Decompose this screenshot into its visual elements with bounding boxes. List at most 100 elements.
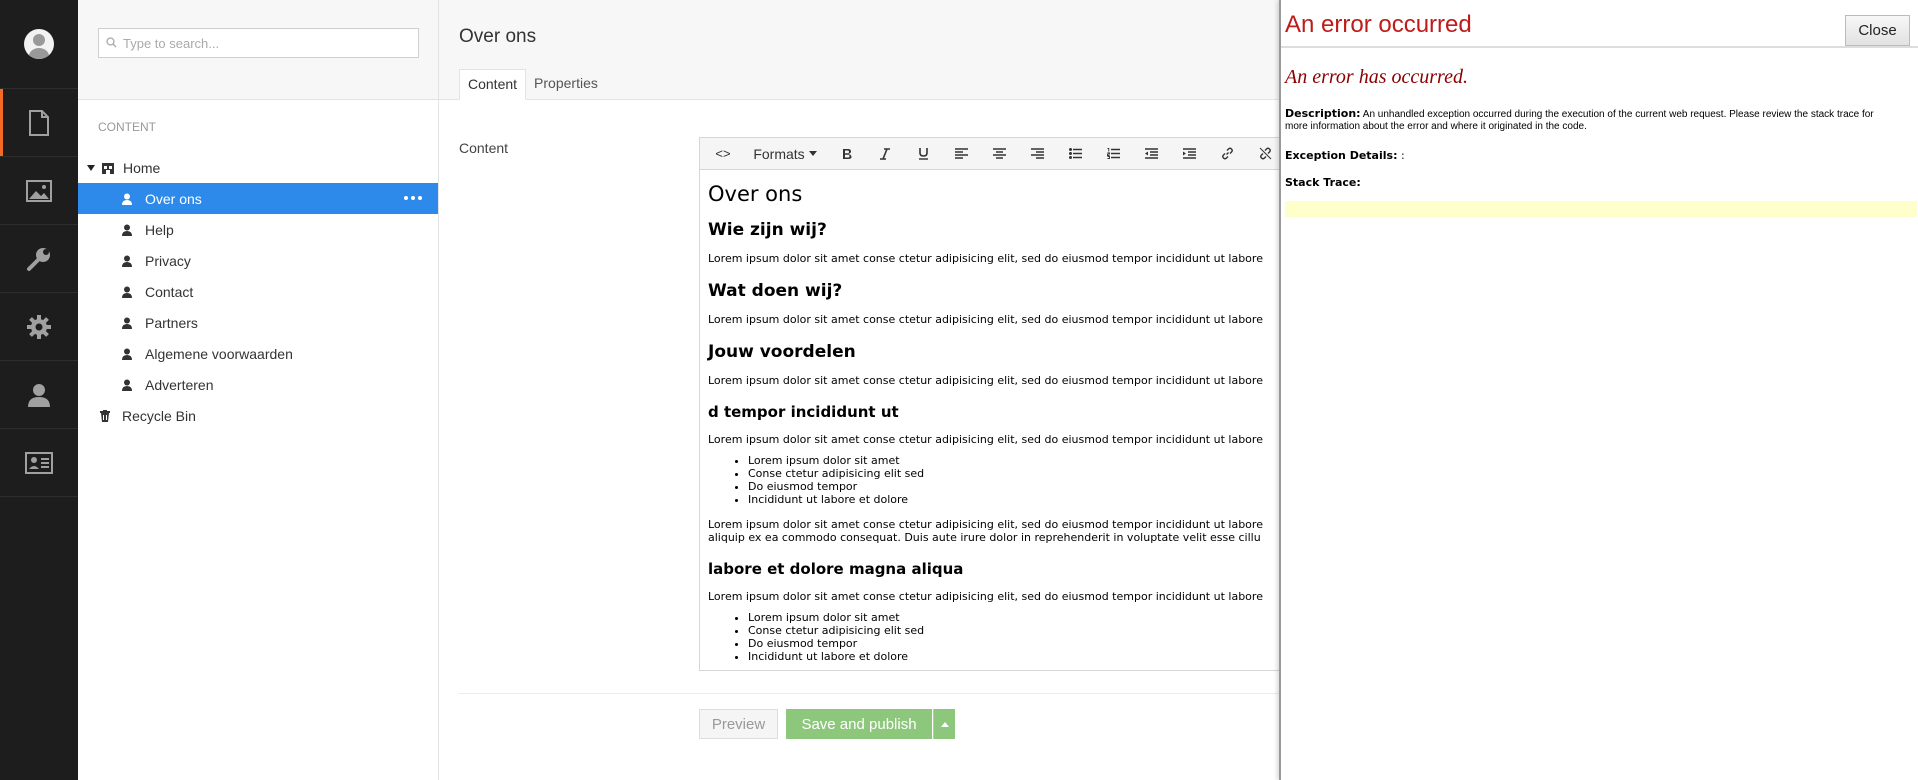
list-item: Incididunt ut labore et dolore [748, 493, 1280, 506]
gear-icon [27, 314, 51, 339]
content-heading-2: Jouw voordelen [708, 342, 856, 362]
rail-content[interactable] [0, 89, 78, 157]
search-icon [106, 37, 117, 48]
page-person-icon [122, 255, 132, 267]
align-center-icon [992, 148, 1006, 159]
page-title[interactable]: Over ons [459, 26, 536, 48]
tree-item-algemene-voorwaarden[interactable]: Algemene voorwaarden [78, 338, 438, 369]
description-label: Description: [1285, 107, 1361, 120]
save-and-publish-button[interactable]: Save and publish [786, 709, 932, 739]
align-left-icon [954, 148, 968, 159]
media-icon [26, 179, 52, 202]
preview-button[interactable]: Preview [699, 709, 778, 739]
tab-content[interactable]: Content [459, 69, 527, 100]
tree-item-home[interactable]: Home [78, 152, 438, 183]
user-icon [28, 383, 50, 407]
formats-label: Formats [753, 145, 805, 162]
indent-button[interactable] [1170, 139, 1208, 169]
search-box [98, 28, 419, 58]
content-list: Lorem ipsum dolor sit amet Conse ctetur … [748, 454, 1280, 506]
recycle-bin-icon [100, 409, 110, 422]
content-heading-2: Wat doen wij? [708, 281, 843, 301]
rail-members[interactable] [0, 429, 78, 497]
numbered-list-button[interactable] [1094, 139, 1132, 169]
tree-item-label: Help [145, 221, 174, 238]
tree-item-recycle-bin[interactable]: Recycle Bin [78, 400, 438, 431]
content-paragraph: Lorem ipsum dolor sit amet conse ctetur … [708, 518, 1280, 544]
content-tree-panel: CONTENT Home Over ons [78, 0, 439, 780]
content-list: Lorem ipsum dolor sit amet Conse ctetur … [748, 611, 1280, 663]
rail-developer[interactable] [0, 293, 78, 361]
more-icon[interactable] [404, 196, 422, 200]
save-options-button[interactable] [933, 709, 955, 739]
avatar-person-icon [29, 34, 49, 59]
search-input[interactable] [99, 29, 418, 57]
content-paragraph: Lorem ipsum dolor sit amet conse ctetur … [708, 590, 1263, 603]
property-label: Content [459, 140, 509, 156]
bullet-list-icon [1068, 148, 1082, 159]
content-heading-3: d tempor incididunt ut [708, 403, 899, 421]
source-code-button[interactable]: <> [704, 139, 742, 169]
stack-trace-box [1285, 201, 1917, 217]
search-area [78, 0, 438, 100]
underline-button[interactable] [904, 139, 942, 169]
tree-item-label: Home [123, 159, 161, 176]
list-item: Do eiusmod tempor [748, 480, 1280, 493]
editor-tabs: Content Properties [459, 69, 606, 100]
rte-content[interactable]: Over ons Wie zijn wij? Lorem ipsum dolor… [700, 170, 1288, 670]
tree-item-label: Algemene voorwaarden [145, 345, 293, 362]
page-person-icon [122, 286, 132, 298]
avatar-area [0, 0, 78, 89]
wrench-icon [27, 247, 50, 271]
description-text: An unhandled exception occurred during t… [1285, 109, 1874, 132]
indent-icon [1182, 148, 1196, 159]
underline-icon [918, 148, 928, 160]
rail-media[interactable] [0, 157, 78, 225]
tree-item-adverteren[interactable]: Adverteren [78, 369, 438, 400]
content-icon [29, 109, 49, 136]
close-button[interactable]: Close [1845, 15, 1910, 46]
stack-trace-label: Stack Trace: [1285, 176, 1361, 189]
align-right-button[interactable] [1018, 139, 1056, 169]
tree-item-over-ons[interactable]: Over ons [78, 183, 438, 214]
tree-item-privacy[interactable]: Privacy [78, 245, 438, 276]
home-icon [102, 162, 114, 174]
align-left-button[interactable] [942, 139, 980, 169]
italic-icon [880, 147, 890, 160]
tree-item-label: Partners [145, 314, 198, 331]
member-card-icon [25, 451, 53, 474]
bullet-list-button[interactable] [1056, 139, 1094, 169]
list-item: Do eiusmod tempor [748, 637, 1280, 650]
error-title: An error occurred [1285, 11, 1472, 38]
bold-button[interactable] [828, 139, 866, 169]
bold-icon [843, 148, 852, 159]
expand-caret-icon[interactable] [84, 164, 98, 171]
tree-item-contact[interactable]: Contact [78, 276, 438, 307]
avatar[interactable] [24, 29, 54, 59]
page-person-icon [122, 224, 132, 236]
tree-item-partners[interactable]: Partners [78, 307, 438, 338]
formats-dropdown[interactable]: Formats [742, 139, 828, 169]
rail-settings[interactable] [0, 225, 78, 293]
link-button[interactable] [1208, 139, 1246, 169]
italic-button[interactable] [866, 139, 904, 169]
error-description: Description: An unhandled exception occu… [1285, 108, 1895, 133]
align-right-icon [1030, 148, 1044, 159]
section-rail [0, 0, 78, 780]
align-center-button[interactable] [980, 139, 1018, 169]
tree-item-label: Adverteren [145, 376, 214, 393]
tree-section-label: CONTENT [98, 120, 156, 134]
paragraph-line: Lorem ipsum dolor sit amet conse ctetur … [708, 518, 1263, 531]
rte-toolbar: <> Formats [700, 138, 1288, 170]
rail-users[interactable] [0, 361, 78, 429]
content-paragraph: Lorem ipsum dolor sit amet conse ctetur … [708, 433, 1263, 446]
list-item: Incididunt ut labore et dolore [748, 650, 1280, 663]
tree-item-help[interactable]: Help [78, 214, 438, 245]
tab-properties[interactable]: Properties [526, 69, 606, 100]
chevron-up-icon [940, 721, 949, 727]
tree-item-label: Recycle Bin [122, 407, 196, 424]
outdent-button[interactable] [1132, 139, 1170, 169]
error-subtitle: An error has occurred. [1285, 66, 1468, 88]
page-person-icon [122, 193, 132, 205]
list-item: Lorem ipsum dolor sit amet [748, 611, 1280, 624]
